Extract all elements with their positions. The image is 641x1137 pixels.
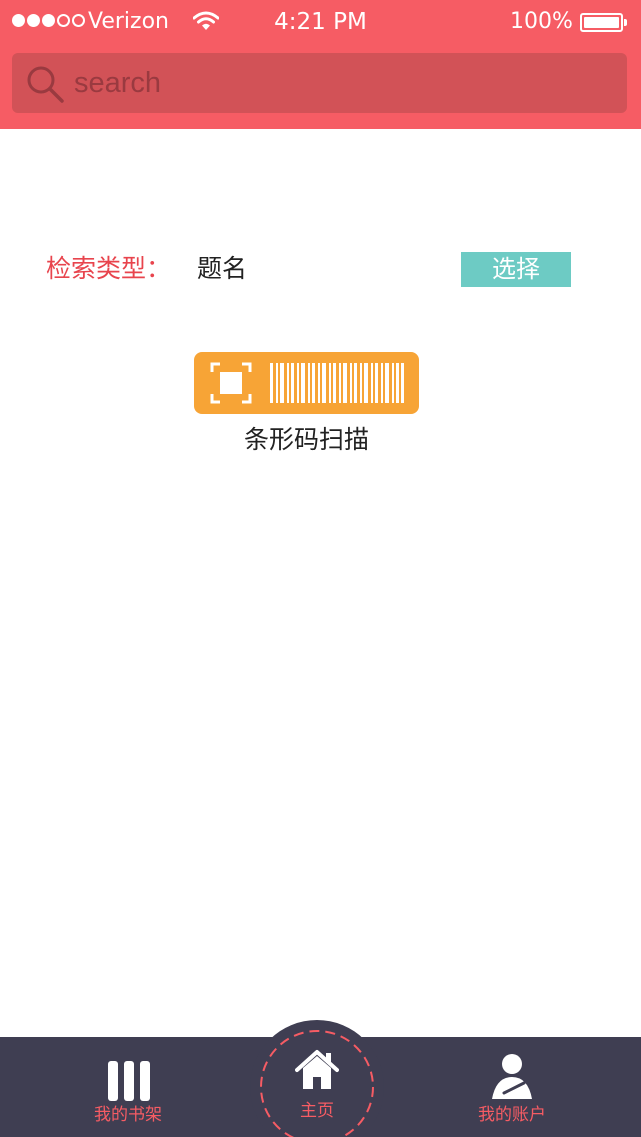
search-bar[interactable] — [12, 53, 627, 113]
user-icon — [492, 1054, 532, 1099]
scan-frame-icon — [210, 362, 252, 404]
barcode-scan-label: 条形码扫描 — [243, 425, 369, 454]
search-type-label: 检索类型： — [46, 254, 172, 283]
header: Verizon 4:21 PM 100% — [0, 0, 641, 129]
select-search-type-button[interactable]: 选择 — [461, 252, 571, 287]
tab-home[interactable]: 主页 — [267, 1037, 367, 1137]
barcode-scan-button[interactable] — [194, 352, 419, 414]
battery-icon — [580, 13, 623, 32]
tab-my-account-label: 我的账户 — [478, 1105, 546, 1125]
bookshelf-icon — [108, 1061, 150, 1101]
tab-home-label: 主页 — [300, 1101, 334, 1121]
tab-my-account[interactable]: 我的账户 — [462, 1037, 562, 1137]
tab-my-bookshelf-label: 我的书架 — [94, 1105, 162, 1125]
search-type-value: 题名 — [197, 254, 248, 283]
home-icon — [295, 1050, 339, 1089]
barcode-icon — [270, 363, 404, 403]
search-input[interactable] — [74, 61, 594, 105]
battery-percentage: 100% — [510, 9, 573, 34]
tab-my-bookshelf[interactable]: 我的书架 — [78, 1037, 178, 1137]
search-icon — [27, 66, 64, 103]
status-bar: Verizon 4:21 PM 100% — [0, 0, 641, 42]
battery-tip — [624, 19, 627, 26]
